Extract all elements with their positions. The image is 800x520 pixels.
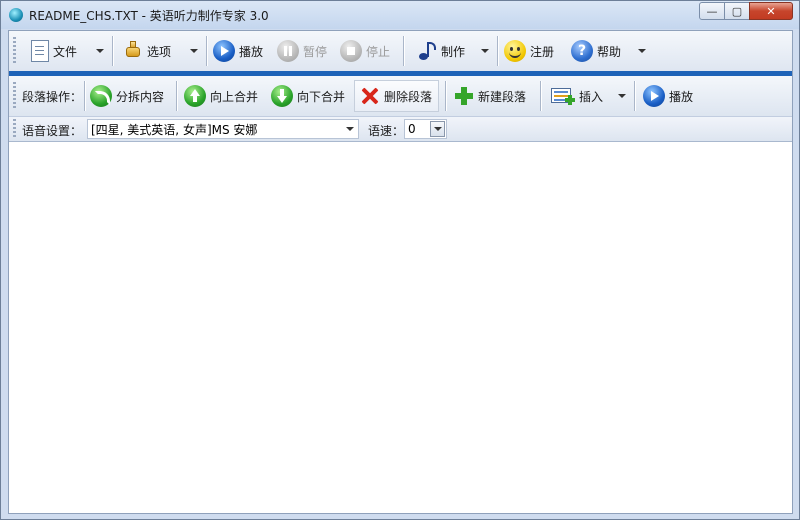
separator [497,36,498,66]
delete-paragraph-button[interactable]: 删除段落 [360,82,432,110]
client-area: 文件 选项 播放 暂停 停止 制作 注册 ? 帮助 段落操作： 分拆内容 向上合… [8,30,793,514]
window-title: README_CHS.TXT - 英语听力制作专家 3.0 [29,9,269,23]
make-button[interactable]: 制作 [417,37,465,65]
delete-x-icon [360,86,380,106]
paragraph-play-label: 播放 [669,89,694,104]
smiley-icon [504,40,526,62]
toolbar-grip[interactable] [13,119,16,139]
register-button[interactable]: 注册 [504,37,554,65]
make-dropdown[interactable] [478,37,492,65]
separator [634,81,635,111]
document-icon [26,40,49,62]
split-content-button[interactable]: 分拆内容 [90,82,164,110]
pause-icon [277,40,299,62]
stop-icon [340,40,362,62]
help-dropdown[interactable] [635,37,649,65]
file-dropdown[interactable] [93,37,107,65]
title-bar[interactable]: README_CHS.TXT - 英语听力制作专家 3.0 — ▢ ✕ [1,1,799,29]
options-button[interactable]: 选项 [123,37,171,65]
paragraph-ops-text: 段落操作： [22,89,83,104]
pause-button[interactable]: 暂停 [277,37,327,65]
help-button[interactable]: ? 帮助 [571,37,621,65]
split-label: 分拆内容 [116,89,165,104]
maximize-button[interactable]: ▢ [724,2,750,20]
voice-select[interactable]: [四星, 美式英语, 女声]MS 安娜 [87,119,359,139]
chevron-down-icon[interactable] [430,121,445,137]
minimize-button[interactable]: — [699,2,725,20]
chevron-down-icon [190,49,198,53]
text-content-area[interactable] [9,142,792,513]
separator [540,81,541,111]
pause-label: 暂停 [303,44,328,59]
gear-icon [123,41,143,61]
insert-dropdown[interactable] [615,82,629,110]
music-note-icon [417,40,437,62]
chevron-down-icon [481,49,489,53]
register-label: 注册 [530,44,555,59]
main-toolbar: 文件 选项 播放 暂停 停止 制作 注册 ? 帮助 [9,31,792,72]
separator [206,36,207,66]
stop-button[interactable]: 停止 [340,37,390,65]
plus-icon [454,86,474,106]
separator [112,36,113,66]
chevron-down-icon[interactable] [342,120,358,138]
delete-label: 删除段落 [384,89,433,104]
app-icon[interactable] [9,8,23,22]
paragraph-play-button[interactable]: 播放 [643,82,693,110]
paragraph-toolbar: 段落操作： 分拆内容 向上合并 向下合并 删除段落 新建段落 插入 播放 [9,76,792,117]
chevron-down-icon [638,49,646,53]
merge-up-label: 向上合并 [210,89,259,104]
arrow-down-icon [271,85,293,107]
split-arrow-icon [90,85,112,107]
maximize-icon: ▢ [731,4,743,18]
separator [176,81,177,111]
insert-label: 插入 [579,89,604,104]
voice-settings-label: 语音设置： [22,124,83,138]
separator [84,81,85,111]
speed-label: 语速： [368,124,405,138]
play-label: 播放 [239,44,264,59]
close-icon: ✕ [766,4,776,18]
merge-down-button[interactable]: 向下合并 [271,82,345,110]
file-label: 文件 [53,44,78,59]
minimize-icon: — [706,4,718,18]
close-button[interactable]: ✕ [749,2,793,20]
voice-select-value: [四星, 美式英语, 女声]MS 安娜 [91,122,258,137]
play-icon [643,85,665,107]
options-dropdown[interactable] [187,37,201,65]
separator [403,36,404,66]
insert-icon [551,86,575,106]
new-label: 新建段落 [478,89,527,104]
merge-up-button[interactable]: 向上合并 [184,82,258,110]
voice-toolbar: 语音设置： [四星, 美式英语, 女声]MS 安娜 语速： 0 [9,117,792,142]
make-label: 制作 [441,44,466,59]
stop-label: 停止 [366,44,391,59]
play-button[interactable]: 播放 [213,37,263,65]
options-label: 选项 [147,44,172,59]
arrow-up-icon [184,85,206,107]
toolbar-grip[interactable] [13,37,16,65]
speed-select-value: 0 [408,122,416,136]
paragraph-ops-label: 段落操作： [22,82,82,110]
speed-select[interactable]: 0 [404,119,447,139]
chevron-down-icon [96,49,104,53]
toolbar-grip[interactable] [13,82,16,110]
help-icon: ? [571,40,593,62]
play-icon [213,40,235,62]
help-label: 帮助 [597,44,622,59]
file-button[interactable]: 文件 [26,37,78,65]
merge-down-label: 向下合并 [297,89,346,104]
insert-button[interactable]: 插入 [551,82,603,110]
new-paragraph-button[interactable]: 新建段落 [454,82,526,110]
window-controls: — ▢ ✕ [699,2,793,20]
chevron-down-icon [618,94,626,98]
app-window: README_CHS.TXT - 英语听力制作专家 3.0 — ▢ ✕ 文件 选… [0,0,800,520]
separator [445,81,446,111]
